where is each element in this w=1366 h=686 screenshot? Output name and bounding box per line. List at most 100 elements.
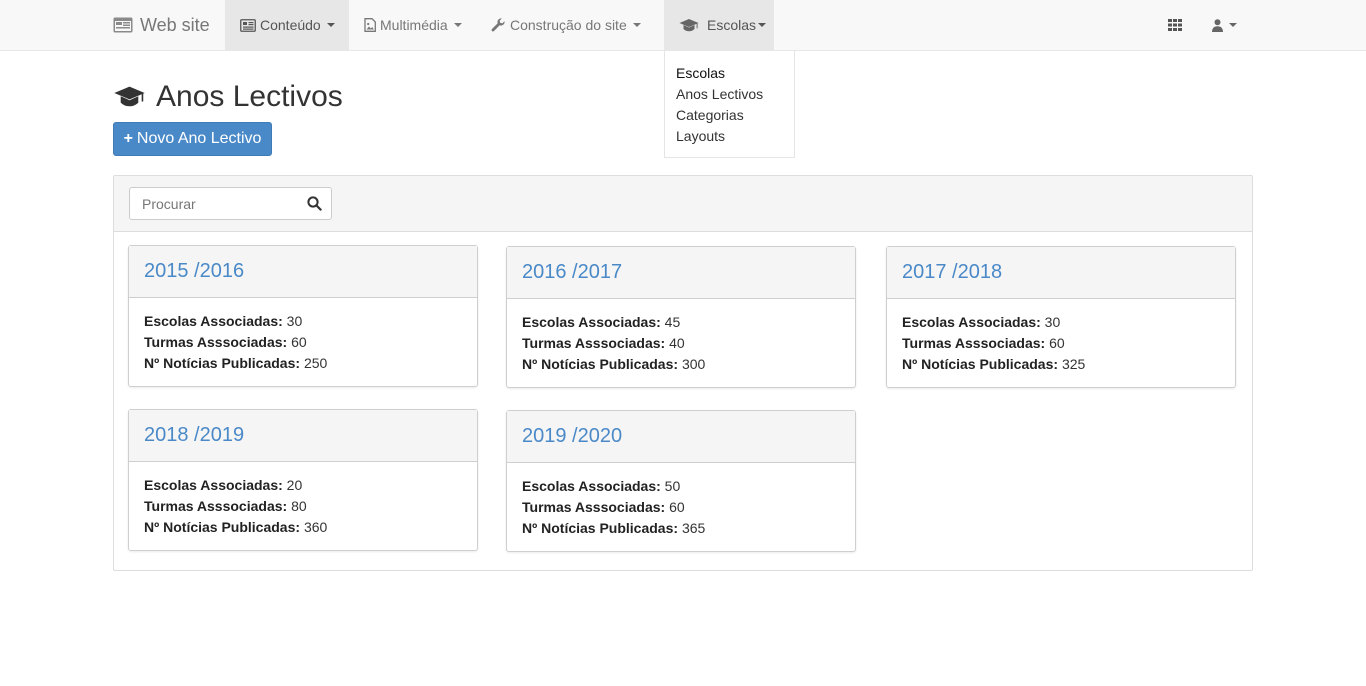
school-year-card[interactable]: 2017 /2018 Escolas Associadas: 30 Turmas…: [886, 246, 1236, 388]
stat-value: 50: [664, 478, 681, 494]
stat-escolas: Escolas Associadas: 30: [144, 311, 462, 332]
stat-label: Nº Notícias Publicadas:: [144, 355, 301, 371]
school-year-card[interactable]: 2016 /2017 Escolas Associadas: 45 Turmas…: [506, 246, 856, 388]
stat-turmas: Turmas Asssociadas: 80: [144, 496, 462, 517]
card-body: Escolas Associadas: 30 Turmas Asssociada…: [887, 299, 1235, 375]
card-header: 2016 /2017: [507, 247, 855, 299]
chevron-down-icon: [326, 23, 335, 27]
stat-turmas: Turmas Asssociadas: 60: [902, 333, 1220, 354]
nav-multimedia[interactable]: Multimédia: [349, 0, 477, 50]
card-title-link[interactable]: 2017 /2018: [902, 261, 1002, 284]
school-year-card[interactable]: 2019 /2020 Escolas Associadas: 50 Turmas…: [506, 410, 856, 552]
browser-window-icon: [113, 17, 133, 33]
card-title-link[interactable]: 2018 /2019: [144, 424, 244, 447]
graduation-cap-icon: [679, 18, 699, 33]
newspaper-icon: [240, 18, 256, 32]
stat-value: 30: [286, 313, 303, 329]
nav-multimedia-label: Multimédia: [380, 17, 448, 33]
chevron-down-icon: [758, 23, 767, 27]
stat-label: Escolas Associadas:: [522, 478, 661, 494]
stat-label: Escolas Associadas:: [144, 313, 283, 329]
card-title-link[interactable]: 2019 /2020: [522, 425, 622, 448]
top-navbar: Web site Conteúdo Multimédia Construção …: [0, 0, 1366, 51]
dropdown-item-layouts[interactable]: Layouts: [665, 126, 794, 147]
dropdown-item-categorias[interactable]: Categorias: [665, 105, 794, 126]
stat-value: 360: [303, 519, 328, 535]
stat-value: 325: [1061, 356, 1086, 372]
card-header: 2015 /2016: [129, 246, 477, 298]
page-title-text: Anos Lectivos: [156, 80, 343, 113]
stat-value: 20: [286, 477, 303, 493]
chevron-down-icon: [453, 23, 462, 27]
stat-noticias: Nº Notícias Publicadas: 300: [522, 354, 840, 375]
stat-label: Turmas Asssociadas:: [902, 335, 1046, 351]
nav-escolas[interactable]: Escolas: [664, 0, 774, 50]
stat-value: 80: [291, 498, 307, 514]
stat-value: 40: [669, 335, 685, 351]
stat-escolas: Escolas Associadas: 30: [902, 312, 1220, 333]
stat-label: Turmas Asssociadas:: [144, 498, 288, 514]
stat-escolas: Escolas Associadas: 50: [522, 476, 840, 497]
stat-escolas: Escolas Associadas: 45: [522, 312, 840, 333]
search-input[interactable]: [130, 188, 300, 219]
nav-construcao-label: Construção do site: [510, 17, 627, 33]
stat-noticias: Nº Notícias Publicadas: 365: [522, 518, 840, 539]
stat-value: 30: [1044, 314, 1061, 330]
stat-label: Escolas Associadas:: [522, 314, 661, 330]
stat-value: 365: [681, 520, 706, 536]
nav-escolas-label: Escolas: [707, 17, 757, 33]
dropdown-item-anos-lectivos[interactable]: Anos Lectivos: [665, 84, 794, 105]
stat-label: Nº Notícias Publicadas:: [522, 356, 679, 372]
graduation-cap-icon: [113, 85, 146, 109]
stat-value: 60: [669, 499, 685, 515]
card-body: Escolas Associadas: 30 Turmas Asssociada…: [129, 298, 477, 374]
school-year-card[interactable]: 2018 /2019 Escolas Associadas: 20 Turmas…: [128, 409, 478, 551]
new-school-year-label: Novo Ano Lectivo: [136, 130, 262, 147]
apps-menu-button[interactable]: [1153, 0, 1197, 50]
image-file-icon: [364, 18, 376, 32]
brand-link[interactable]: Web site: [113, 0, 210, 50]
stat-label: Nº Notícias Publicadas:: [902, 356, 1059, 372]
stat-value: 250: [303, 355, 328, 371]
search-box: [129, 187, 332, 220]
chevron-down-icon: [1229, 23, 1237, 27]
stat-label: Turmas Asssociadas:: [522, 335, 666, 351]
nav-conteudo[interactable]: Conteúdo: [225, 0, 349, 50]
stat-noticias: Nº Notícias Publicadas: 360: [144, 517, 462, 538]
page-title: Anos Lectivos: [113, 78, 343, 116]
stat-label: Nº Notícias Publicadas:: [144, 519, 301, 535]
escolas-dropdown-menu: Escolas Anos Lectivos Categorias Layouts: [664, 51, 795, 158]
panel-header: [114, 176, 1252, 232]
wrench-icon: [491, 17, 506, 33]
card-header: 2019 /2020: [507, 411, 855, 463]
card-body: Escolas Associadas: 20 Turmas Asssociada…: [129, 462, 477, 538]
card-body: Escolas Associadas: 50 Turmas Asssociada…: [507, 463, 855, 539]
nav-conteudo-label: Conteúdo: [260, 17, 321, 33]
stat-label: Escolas Associadas:: [144, 477, 283, 493]
card-body: Escolas Associadas: 45 Turmas Asssociada…: [507, 299, 855, 375]
stat-turmas: Turmas Asssociadas: 60: [144, 332, 462, 353]
stat-label: Escolas Associadas:: [902, 314, 1041, 330]
stat-noticias: Nº Notícias Publicadas: 250: [144, 353, 462, 374]
stat-escolas: Escolas Associadas: 20: [144, 475, 462, 496]
card-title-link[interactable]: 2015 /2016: [144, 260, 244, 283]
stat-turmas: Turmas Asssociadas: 40: [522, 333, 840, 354]
nav-construcao-do-site[interactable]: Construção do site: [476, 0, 656, 50]
stat-value: 60: [1049, 335, 1065, 351]
user-icon: [1212, 18, 1223, 32]
card-header: 2018 /2019: [129, 410, 477, 462]
new-school-year-button[interactable]: + Novo Ano Lectivo: [113, 122, 272, 156]
user-menu-button[interactable]: [1197, 0, 1252, 50]
grid-icon: [1168, 19, 1182, 31]
stat-turmas: Turmas Asssociadas: 60: [522, 497, 840, 518]
card-header: 2017 /2018: [887, 247, 1235, 299]
brand-label: Web site: [140, 14, 210, 35]
dropdown-item-escolas[interactable]: Escolas: [665, 63, 794, 84]
search-icon[interactable]: [307, 196, 322, 211]
card-title-link[interactable]: 2016 /2017: [522, 261, 622, 284]
stat-label: Turmas Asssociadas:: [522, 499, 666, 515]
stat-label: Nº Notícias Publicadas:: [522, 520, 679, 536]
school-year-card[interactable]: 2015 /2016 Escolas Associadas: 30 Turmas…: [128, 245, 478, 387]
chevron-down-icon: [632, 23, 641, 27]
stat-value: 45: [664, 314, 681, 330]
